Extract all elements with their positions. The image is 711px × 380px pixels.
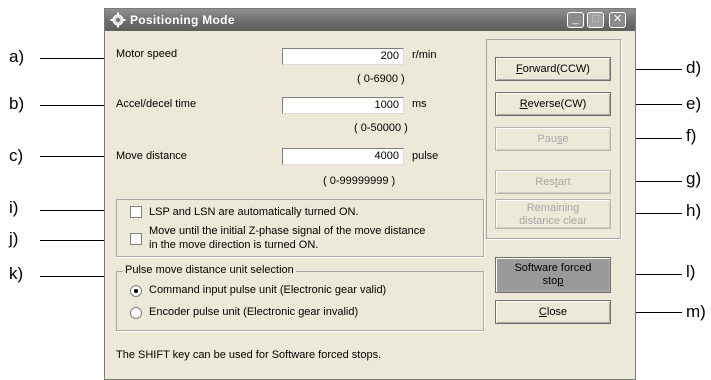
pause-button[interactable]: Pause [495,127,611,151]
remaining-label-line1: Remaining [526,202,580,214]
callout-d: d) [686,58,702,77]
motor-speed-range: ( 0-6900 ) [357,73,405,85]
callout-e: e) [686,94,702,113]
forced-stop-label-line1: Software forced [514,262,592,274]
callout-b: b) [9,94,25,113]
callout-f: f) [686,126,697,145]
remaining-label-line2: distance clear [519,215,587,227]
restart-button[interactable]: Restart [495,170,611,194]
z-phase-checkbox[interactable] [130,233,142,245]
forced-stop-label-line2: stop [496,275,610,288]
close-mnemonic: C [538,306,547,318]
reverse-label-post: everse(CW) [527,98,587,110]
lsp-lsn-checkbox[interactable] [130,206,142,218]
reverse-cw-button[interactable]: Reverse(CW) [495,92,611,116]
restart-label-post: art [557,176,571,188]
title-bar[interactable]: Positioning Mode _ □ ✕ [105,9,635,31]
forced-stop-mnemonic: p [557,275,564,287]
accel-decel-unit: ms [412,98,427,110]
move-distance-unit: pulse [412,150,439,162]
close-button[interactable]: Close [495,300,611,324]
callout-i: i) [9,198,19,217]
callout-a: a) [9,47,25,66]
restart-label-pre: Res [535,176,555,188]
positioning-mode-window: Positioning Mode _ □ ✕ Motor speed 200 r… [104,8,636,380]
pause-label-post: e [562,133,569,145]
unit-selection-legend: Pulse move distance unit selection [123,264,296,276]
encoder-pulse-label: Encoder pulse unit (Electronic gear inva… [149,306,359,318]
command-pulse-radio[interactable] [130,285,142,297]
remaining-distance-clear-button[interactable]: Remaining distance clear [495,199,611,229]
move-distance-label: Move distance [116,150,187,162]
motor-speed-input[interactable]: 200 [282,48,404,65]
minimize-button[interactable]: _ [567,12,584,28]
close-label-post: lose [546,306,568,318]
callout-m: m) [686,302,706,321]
z-phase-label-line1: Move until the initial Z-phase signal of… [149,225,426,237]
maximize-button[interactable]: □ [587,12,604,28]
callout-line-b [40,105,112,106]
callout-j: j) [9,229,19,248]
callout-l: l) [686,262,696,281]
command-pulse-label: Command input pulse unit (Electronic gea… [149,284,387,296]
window-title: Positioning Mode [130,13,235,27]
move-distance-input[interactable]: 4000 [282,148,404,165]
callout-h: h) [686,201,702,220]
motor-speed-unit: r/min [412,49,437,61]
accel-decel-label: Accel/decel time [116,98,197,110]
forced-stop-label-pre: sto [542,275,558,287]
encoder-pulse-radio[interactable] [130,307,142,319]
move-distance-range: ( 0-99999999 ) [323,175,396,187]
pause-label-pre: Pau [537,133,557,145]
forward-mnemonic: F [516,63,523,75]
callout-g: g) [686,169,702,188]
callout-line-c [40,156,112,157]
callout-line-a [40,58,112,59]
close-window-button[interactable]: ✕ [609,12,626,28]
forward-label-post: orward(CCW) [522,63,590,75]
lsp-lsn-label: LSP and LSN are automatically turned ON. [149,206,359,218]
gear-icon [110,12,126,28]
reverse-mnemonic: R [519,98,528,110]
z-phase-label-line2: in the move direction is turned ON. [149,239,319,251]
callout-c: c) [9,146,24,165]
callout-k: k) [9,264,24,283]
accel-decel-range: ( 0-50000 ) [354,122,408,134]
forward-ccw-button[interactable]: Forward(CCW) [495,57,611,81]
motor-speed-label: Motor speed [116,48,178,60]
accel-decel-input[interactable]: 1000 [282,97,404,114]
radio-selected-dot [134,289,138,293]
software-forced-stop-button[interactable]: Software forced stop [495,257,611,293]
footer-note: The SHIFT key can be used for Software f… [116,349,382,361]
unit-selection-group [116,271,484,331]
